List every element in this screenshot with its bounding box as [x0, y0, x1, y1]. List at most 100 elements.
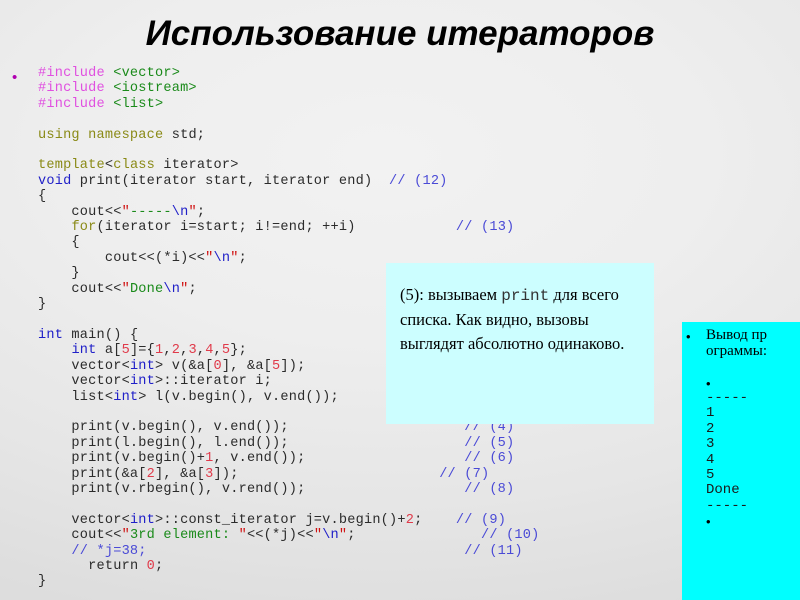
- code-token: cout<<: [38, 281, 122, 297]
- code-token: // (5): [464, 435, 515, 451]
- code-line: template<class iterator>: [38, 158, 239, 173]
- code-token: // (9): [455, 512, 507, 528]
- code-token: ": [238, 528, 247, 544]
- code-token: <: [104, 158, 114, 174]
- code-token: <list>: [113, 96, 164, 112]
- code-line: {: [38, 235, 80, 250]
- code-token: 5: [121, 343, 130, 359]
- code-line: #include <iostream>: [38, 81, 197, 96]
- code-line: int a[5]={1,2,3,4,5};: [38, 343, 247, 358]
- code-line: print(l.begin(), l.end()); // (5): [38, 436, 514, 451]
- code-token: <<(*j)<<: [246, 528, 314, 544]
- code-token: \n: [322, 528, 339, 544]
- code-token: {: [38, 235, 80, 251]
- code-token: ]);: [213, 466, 440, 482]
- callout-prefix: (5): вызываем: [400, 285, 502, 304]
- code-token: ;: [196, 204, 206, 220]
- code-token: void: [38, 173, 72, 189]
- code-token: int: [129, 374, 156, 390]
- code-line: }: [38, 297, 46, 312]
- code-token: ;: [414, 512, 456, 528]
- code-token: for: [71, 220, 97, 236]
- callout-mono-word: print: [501, 287, 550, 305]
- code-token: // (6): [464, 451, 515, 467]
- code-token: >::const_iterator j=v.begin()+: [155, 512, 406, 528]
- code-line: list<int> l(v.begin(), v.end());: [38, 390, 339, 405]
- code-token: ": [205, 250, 214, 266]
- code-line: void print(iterator start, iterator end)…: [38, 174, 448, 189]
- code-token: \n: [213, 250, 231, 266]
- callout-text: (5): вызываем print для всего списка. Ка…: [400, 283, 640, 356]
- code-token: <iostream>: [113, 81, 197, 97]
- code-token: // (7): [439, 466, 490, 482]
- code-token: cout<<: [38, 204, 122, 220]
- code-token: <vector>: [113, 66, 181, 81]
- code-token: // (11): [464, 543, 523, 559]
- page-title: Использование итераторов: [145, 14, 655, 53]
- code-token: vector<: [38, 358, 130, 374]
- code-token: a[: [96, 343, 122, 359]
- code-token: // (12): [389, 173, 448, 189]
- code-token: print(v.rbegin(), v.rend());: [38, 481, 465, 497]
- code-line: using namespace std;: [38, 128, 205, 143]
- code-token: ], &a[: [155, 466, 206, 482]
- code-line: cout<<"3rd element: "<<(*j)<<"\n"; // (1…: [38, 528, 540, 543]
- code-token: ,: [196, 343, 206, 359]
- code-token: ;: [155, 559, 164, 574]
- program-output-panel: • Вывод программы: • ----- 1 2 3 4 5 Don…: [682, 322, 800, 600]
- output-listing-text: ----- 1 2 3 4 5 Done -----: [706, 390, 749, 514]
- code-token: ,: [163, 343, 172, 359]
- code-line: print(&a[2], &a[3]); // (7): [38, 467, 489, 482]
- code-token: print(iterator start, iterator end): [71, 173, 390, 189]
- code-token: 5: [221, 343, 231, 359]
- code-token: iterator>: [155, 158, 239, 174]
- code-token: vector<: [38, 374, 130, 390]
- code-token: ], &a[: [221, 358, 273, 374]
- code-token: 2: [171, 343, 181, 359]
- code-token: 3: [205, 466, 214, 482]
- code-token: // (13): [455, 220, 515, 236]
- code-token: ]);: [280, 358, 306, 374]
- code-token: 2: [405, 512, 415, 528]
- code-token: ": [121, 281, 130, 297]
- code-token: ;: [188, 281, 197, 297]
- callout-box: (5): вызываем print для всего списка. Ка…: [386, 263, 654, 424]
- code-token: 0: [146, 559, 156, 574]
- code-token: , v.end());: [213, 451, 465, 467]
- code-token: >::iterator i;: [155, 374, 273, 390]
- code-token: > l(v.begin(), v.end());: [138, 389, 339, 405]
- code-token: // (10): [481, 528, 540, 544]
- code-token: print(v.begin()+: [38, 451, 206, 467]
- code-line: #include <vector>: [38, 66, 180, 81]
- code-token: // (8): [464, 481, 515, 497]
- output-bullet-marker: •: [686, 329, 691, 344]
- code-token: }: [38, 574, 47, 590]
- code-token: };: [230, 343, 247, 359]
- output-heading-label: Вывод программы:: [706, 327, 768, 359]
- code-token: ;: [238, 250, 247, 266]
- code-token: int: [129, 512, 156, 528]
- code-token: return: [88, 559, 139, 574]
- code-line: int main() {: [38, 328, 138, 343]
- code-token: ": [230, 250, 239, 266]
- code-token: }: [38, 297, 47, 313]
- code-line: vector<int>::iterator i;: [38, 374, 272, 389]
- code-token: using namespace: [38, 127, 164, 143]
- code-line: vector<int> v(&a[0], &a[5]);: [38, 359, 305, 374]
- code-token: main() {: [63, 327, 139, 343]
- code-token: class: [113, 158, 156, 174]
- code-token: \n: [163, 281, 181, 297]
- code-line: cout<<"Done\n";: [38, 282, 197, 297]
- code-token: 0: [213, 358, 222, 374]
- code-token: ": [188, 204, 197, 220]
- code-token: #include: [38, 66, 114, 81]
- code-line: // *j=38; // (11): [38, 544, 523, 559]
- code-token: int: [129, 358, 156, 374]
- code-line: print(v.begin()+1, v.end()); // (6): [38, 451, 514, 466]
- code-token: ;: [347, 528, 481, 544]
- code-token: 3: [188, 343, 197, 359]
- code-line: print(v.rbegin(), v.rend()); // (8): [38, 482, 514, 497]
- code-token: #include: [38, 81, 114, 97]
